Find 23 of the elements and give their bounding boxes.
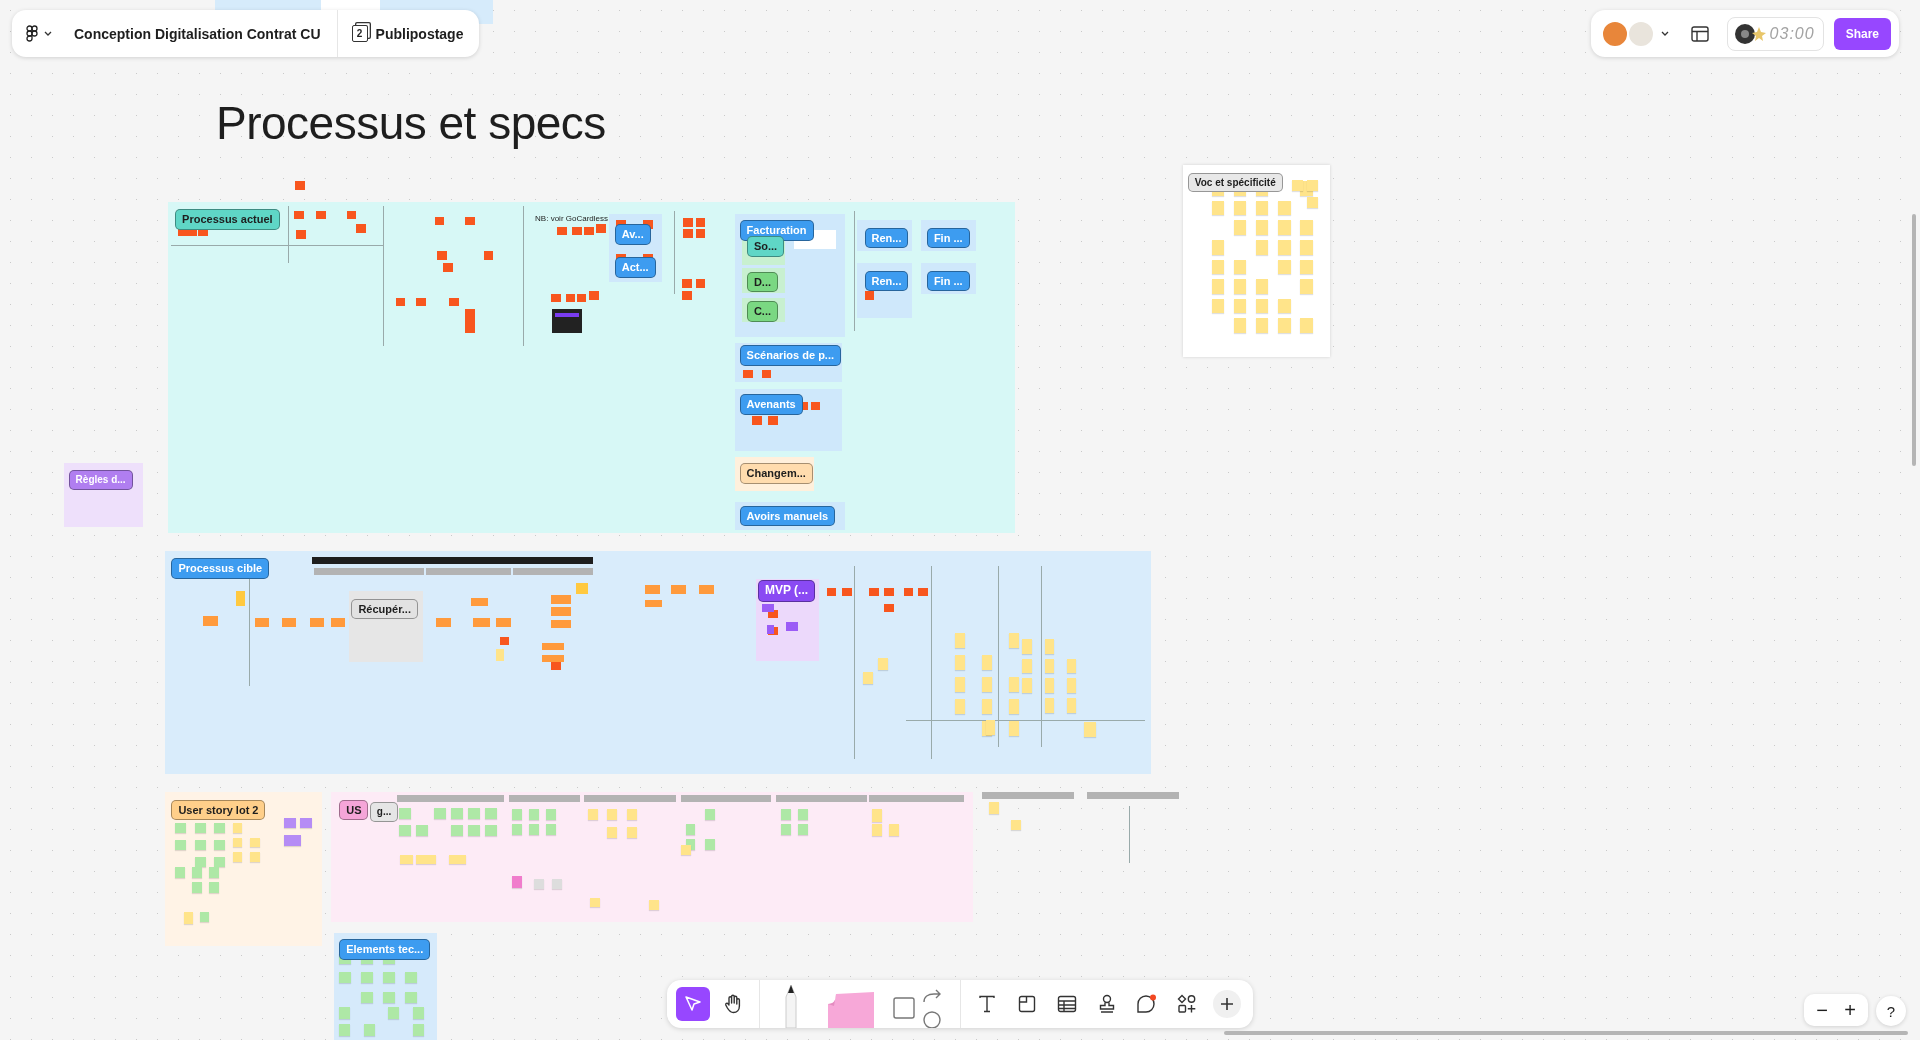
note-text: NB: voir GoCardless <box>535 214 608 225</box>
section-label[interactable]: g... <box>369 802 399 822</box>
section-label[interactable]: MVP (... <box>758 580 816 603</box>
section-label[interactable]: So... <box>746 236 785 257</box>
section-label[interactable]: Av... <box>614 224 651 245</box>
timer-button[interactable]: 03:00 <box>1726 16 1824 51</box>
help-button[interactable]: ? <box>1876 996 1906 1026</box>
section-label[interactable]: Elements tec... <box>339 939 431 960</box>
section-label[interactable]: Scénarios de p... <box>739 345 841 366</box>
section-label[interactable]: Act... <box>614 257 656 278</box>
zoom-out-button[interactable]: − <box>1808 996 1836 1024</box>
file-title[interactable]: Conception Digitalisation Contrat CU <box>74 25 321 42</box>
section-label[interactable]: Récupér... <box>351 598 418 620</box>
page-button[interactable]: 2 Publipostage <box>351 25 464 42</box>
section-label[interactable]: C... <box>746 301 778 322</box>
section-label[interactable]: User story lot 2 <box>171 799 266 821</box>
board-title: Processus et specs <box>216 96 606 150</box>
section-label[interactable]: Avenants <box>739 394 803 415</box>
section-label[interactable]: Règles d... <box>68 470 133 490</box>
zoom-in-button[interactable]: + <box>1836 996 1864 1024</box>
section-label[interactable]: Processus actuel <box>175 209 280 231</box>
section-label[interactable]: Processus cible <box>171 558 270 580</box>
share-button[interactable]: Share <box>1833 17 1891 50</box>
